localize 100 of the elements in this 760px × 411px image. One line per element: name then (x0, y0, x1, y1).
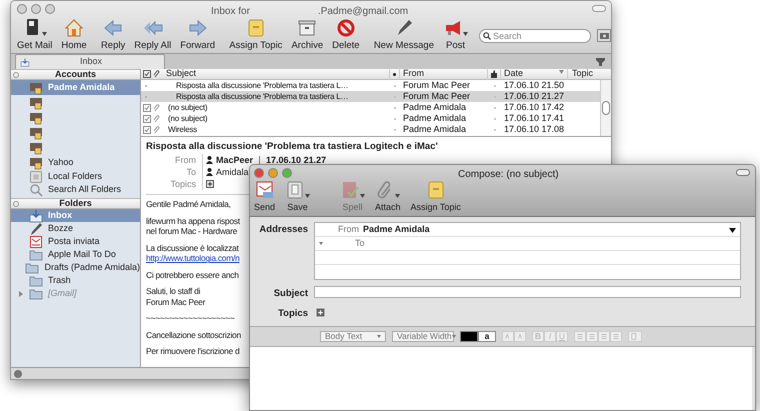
sidebar-item[interactable]: Bozze (11, 222, 140, 235)
font-size-icon[interactable] (514, 330, 526, 342)
sidebar-item[interactable]: Yahoo (11, 155, 140, 170)
inbox-tray-icon (29, 208, 43, 222)
mailbox-icon (29, 156, 43, 170)
field-label: To (355, 236, 365, 250)
toolbar-button[interactable]: New Message (372, 18, 436, 53)
toolbar-button[interactable]: Reply All (132, 18, 174, 53)
from-cell: Padme Amidala (403, 124, 466, 134)
toolbar-button[interactable]: Assign Topic (227, 18, 284, 53)
add-topic-icon[interactable] (206, 180, 214, 188)
body-text: Saluti, lo staff di (146, 286, 200, 297)
font-size-icon[interactable] (502, 330, 514, 342)
toolbar-button[interactable]: Send (252, 180, 278, 214)
mailbox-icon (29, 140, 43, 154)
toolbar-button[interactable]: Reply (98, 18, 128, 53)
person-icon (206, 156, 213, 164)
sidebar-item[interactable]: Trash (11, 274, 140, 287)
zoom-button[interactable] (282, 168, 292, 178)
toolbar-button[interactable]: Get Mail (15, 18, 54, 53)
field-label: From (174, 154, 196, 166)
folder-icon (29, 274, 43, 288)
camera-button[interactable] (597, 29, 611, 42)
message-date: 17.06.10 21.27 (266, 154, 326, 166)
minimize-button[interactable] (31, 4, 41, 14)
toolbar-button[interactable]: Assign Topic (408, 180, 463, 214)
toolbar-button[interactable]: Attach (373, 180, 403, 214)
font-dropdown[interactable]: Variable Width (392, 330, 454, 342)
sidebar-item[interactable]: Search All Folders (11, 183, 140, 196)
minimize-button[interactable] (268, 168, 278, 178)
subject-field[interactable] (314, 286, 741, 298)
toolbar-toggle-button[interactable] (736, 169, 750, 176)
dropdown-caret-icon[interactable] (729, 228, 736, 233)
right-arrow-icon (188, 18, 208, 38)
list-format-icon[interactable] (574, 330, 586, 342)
search-field[interactable]: Search (479, 28, 592, 42)
toolbar-button[interactable]: Save (283, 180, 312, 214)
highlight-color-button[interactable]: a (478, 330, 496, 342)
toolbar-toggle-button[interactable] (592, 5, 606, 12)
toolbar-button[interactable]: Home (59, 18, 89, 53)
folder-box-icon (426, 180, 446, 200)
list-format-icon[interactable] (598, 330, 610, 342)
subject-cell: (no subject) (168, 102, 208, 112)
filter-icon[interactable] (596, 58, 605, 66)
from-cell: Padme Amidala (403, 102, 466, 112)
search-icon (483, 32, 492, 40)
address-list[interactable]: From Padme Amidala To (314, 222, 741, 280)
zoom-button[interactable] (45, 4, 55, 14)
house-icon (64, 18, 84, 38)
scrollbar[interactable] (600, 80, 611, 136)
tab[interactable]: Inbox (15, 54, 165, 69)
body-text: Forum Mac Peer (146, 296, 206, 308)
paperclip-icon[interactable] (153, 70, 161, 78)
sidebar-item[interactable]: Apple Mail To Do (11, 248, 140, 261)
date-cell-text: 17.06.10 21.27 (503, 90, 564, 103)
link[interactable]: http://www.tuttologia.com/n (146, 253, 240, 264)
close-button[interactable] (17, 4, 27, 14)
message-subject: Risposta alla discussione 'Problema tra tastiera Logitech e iMac' (146, 140, 439, 154)
field-label: Topics (169, 178, 196, 190)
window-title: Inbox for .Padme@gmail.com (211, 5, 408, 19)
text-color-swatch[interactable] (460, 330, 478, 342)
column-header[interactable]: Topic (568, 67, 594, 81)
date-cell-text: 17.06.10 17.08 (503, 122, 564, 136)
body-text: Cancellazione sottoscrizion (146, 330, 241, 340)
person-icon (206, 168, 213, 176)
toolbar-button[interactable]: Post (441, 18, 470, 53)
toolbar-button[interactable]: Delete (330, 18, 362, 53)
sidebar-item[interactable]: Drafts (Padme Amidala) (11, 261, 140, 274)
list-format-icon[interactable] (610, 330, 622, 342)
sidebar-item[interactable]: Posta inviata (11, 235, 140, 248)
no-entry-icon (336, 18, 356, 38)
sender-field[interactable]: Padme Amidala (363, 222, 430, 236)
camera-icon (600, 32, 609, 40)
disclosure-triangle-icon[interactable] (18, 290, 24, 296)
thumb-icon[interactable] (490, 70, 498, 78)
message-row[interactable]: Risposta alla discussione 'Problema tra tastiera L… Forum Mac Peer 17.06.10 21.27 (141, 91, 600, 102)
local-folders-icon (29, 170, 43, 184)
body-text: La discussione è localizzat (146, 242, 239, 254)
body-text: Per rimuovere l'iscrizione d (146, 346, 240, 357)
recipient-name[interactable]: Amidala (216, 166, 249, 178)
subject-cell: Risposta alla discussione 'Problema tra tastiera L… (176, 92, 348, 101)
from-cell: Forum Mac Peer (403, 80, 470, 90)
sender-name[interactable]: MacPeer (216, 154, 254, 166)
window-title: Compose: (no subject) (458, 168, 559, 182)
folder-box-icon (246, 18, 266, 38)
sidebar-item[interactable]: Local Folders (11, 170, 140, 183)
subject-cell: (no subject) (168, 114, 208, 123)
list-format-icon[interactable] (586, 330, 598, 342)
toolbar-button[interactable]: Archive (289, 18, 326, 53)
body-text: Gentile Padmé Amidala, (146, 199, 231, 210)
date-cell-text: 17.06.10 17.42 (503, 100, 564, 114)
close-button[interactable] (254, 168, 264, 178)
paragraph-style-dropdown[interactable]: Body Text (320, 330, 386, 342)
status-icon[interactable] (143, 70, 151, 78)
toolbar-button[interactable]: Forward (178, 18, 218, 53)
mailbox-icon (29, 126, 43, 140)
body-text: lifewurm ha appena rispost (146, 216, 240, 226)
insert-icon[interactable] (628, 330, 642, 342)
body-text: nel forum Mac - Hardware (146, 226, 238, 237)
sort-arrow-icon (559, 70, 564, 74)
